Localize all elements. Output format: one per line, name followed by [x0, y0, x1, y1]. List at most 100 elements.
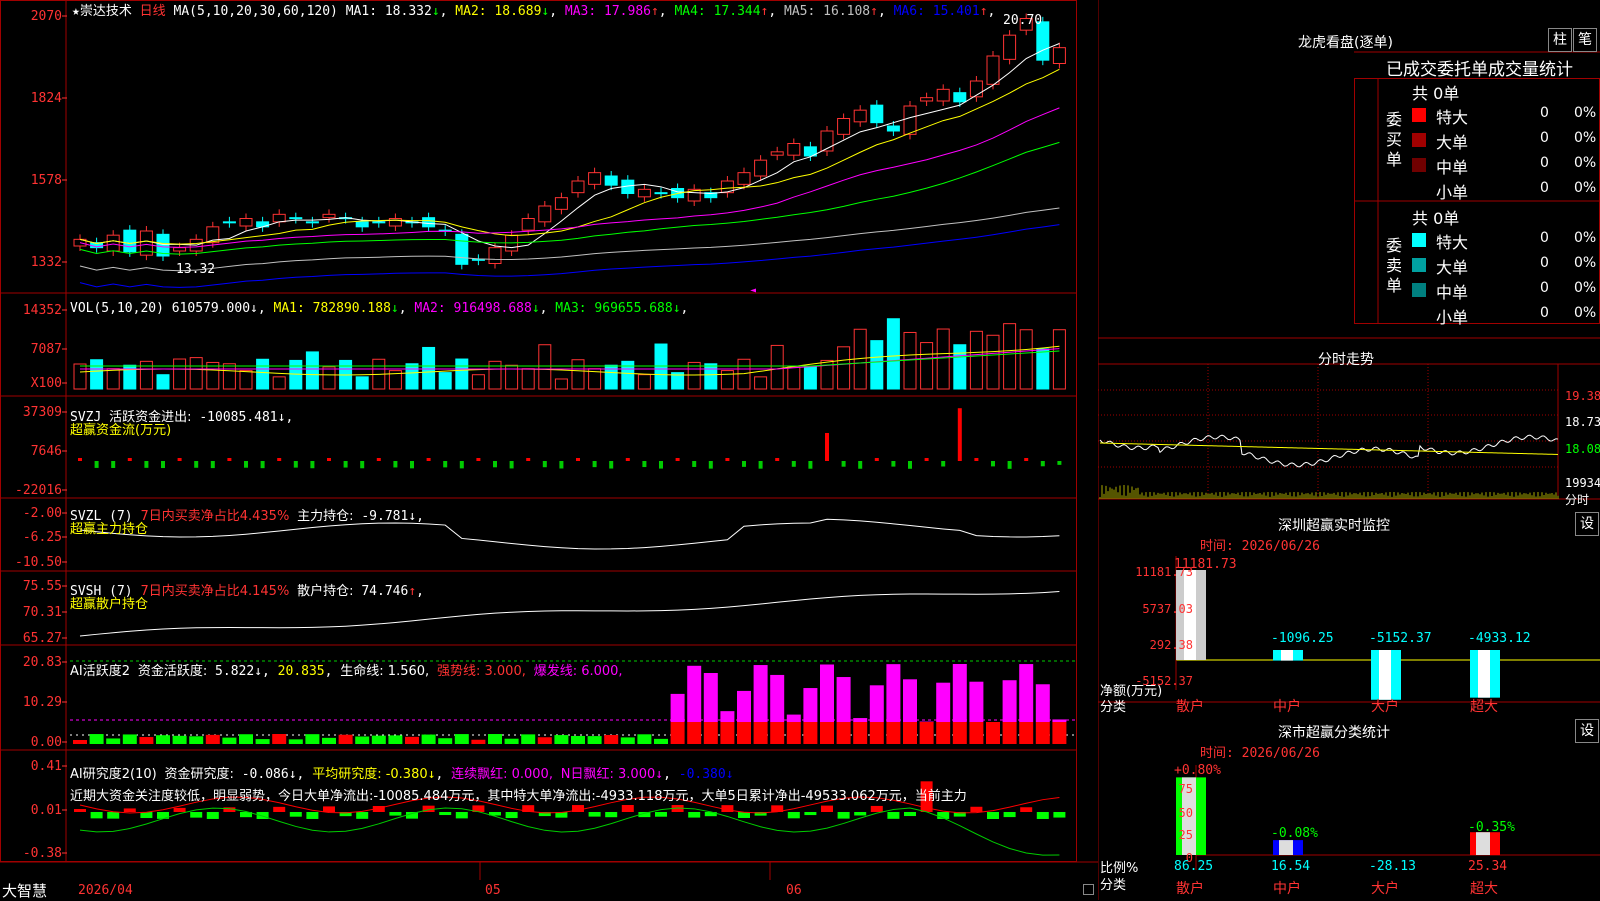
svzj-bar: [526, 458, 530, 461]
sz-name-2[interactable]: 大户: [1371, 696, 1399, 716]
volume-bars[interactable]: [74, 319, 1065, 389]
intraday-price: [1100, 435, 1558, 467]
stock-name[interactable]: 崇达技术: [80, 4, 132, 19]
research-bar: [124, 808, 136, 812]
candle-body: [589, 173, 601, 185]
stats-cat-label: 分类: [1100, 874, 1126, 893]
sz-name-0[interactable]: 散户: [1176, 696, 1204, 716]
ai-active-header: AI活跃度2 资金活跃度: 5.822↓, 20.835, 生命线: 1.560…: [70, 660, 623, 679]
candle-body: [174, 248, 186, 251]
active-bar-base: [1036, 722, 1050, 744]
active-axis-0: 20.83: [23, 655, 62, 670]
candle-body: [223, 222, 235, 223]
research-axis-2: -0.38: [23, 846, 62, 861]
volume-bar: [572, 360, 584, 389]
svzj-bar: [642, 461, 646, 467]
date-label-apr: 2026/04: [78, 883, 133, 898]
ma-line-4: [80, 142, 1059, 254]
active-axis-1: 10.29: [23, 695, 62, 710]
sell-pct: 0%: [1574, 255, 1596, 271]
research-bar: [356, 812, 368, 819]
svsh-sub: 超赢散户持仓: [70, 593, 148, 612]
buy-row[interactable]: 小单00%: [1412, 179, 1600, 203]
buy-row[interactable]: 中单00%: [1412, 154, 1600, 178]
volume-bar: [356, 377, 368, 389]
active-bar: [521, 734, 535, 744]
buy-row[interactable]: 特大00%: [1412, 104, 1600, 128]
candlestick-series[interactable]: [74, 14, 1065, 270]
intraday-axis-high: 19.38: [1565, 389, 1600, 403]
candle-body: [970, 81, 982, 97]
stats-name-0[interactable]: 散户: [1176, 878, 1204, 898]
svsh-value: 74.746: [361, 584, 408, 599]
active-bar: [538, 737, 552, 744]
active-bar-base: [1019, 722, 1033, 744]
svzl-axis-2: -10.50: [15, 555, 62, 570]
intraday-title[interactable]: 分时走势: [1318, 349, 1374, 369]
active-bar-base: [737, 722, 751, 744]
research-bar: [174, 808, 186, 812]
sell-row[interactable]: 中单00%: [1412, 279, 1600, 303]
candle-body: [124, 230, 136, 252]
active-bar: [289, 739, 303, 744]
ma-label: MA(5,10,20,30,60,120): [174, 4, 338, 19]
volume-bar: [140, 361, 152, 389]
sz-name-1[interactable]: 中户: [1273, 696, 1301, 716]
research-bar: [190, 812, 202, 818]
strong-line-label: 强势线: 3.000,: [437, 664, 526, 679]
sz-monitor-settings-button[interactable]: 设: [1575, 512, 1599, 536]
candle-body: [1004, 35, 1016, 59]
volume-bar: [788, 367, 800, 389]
volume-bar: [190, 358, 202, 389]
volume-bar: [622, 361, 634, 389]
lock-icon[interactable]: [1083, 884, 1094, 895]
vol-ma-arrow-3: ↓: [673, 301, 681, 316]
active-bar: [471, 740, 485, 744]
stats-value-3: 25.34: [1468, 859, 1507, 874]
stats-axis-0: 75: [1153, 782, 1193, 796]
research-bar: [887, 812, 899, 819]
active-bar: [189, 736, 203, 744]
color-swatch: [1412, 283, 1426, 297]
svzj-value: -10085.481: [199, 410, 277, 425]
dragon-tab-title[interactable]: 已成交委托单成交量统计: [1386, 55, 1573, 80]
svzj-axis-2: -22016: [15, 483, 62, 498]
sell-row[interactable]: 小单00%: [1412, 304, 1600, 328]
ma-arrow-2: ↓: [541, 4, 549, 19]
period-label[interactable]: 日线: [140, 4, 166, 19]
sz-stats-settings-button[interactable]: 设: [1575, 719, 1599, 743]
volume-bar: [1053, 330, 1065, 389]
price-axis-3: 1332: [31, 255, 62, 270]
stats-name-1[interactable]: 中户: [1273, 878, 1301, 898]
tick-view-button[interactable]: 笔: [1573, 28, 1597, 52]
bar-view-button[interactable]: 柱: [1548, 28, 1572, 52]
stats-name-2[interactable]: 大户: [1371, 878, 1399, 898]
sell-row[interactable]: 特大00%: [1412, 229, 1600, 253]
stats-bar-1: [1273, 840, 1303, 855]
svsh-axis-1: 70.31: [23, 605, 62, 620]
svzj-bar: [460, 461, 464, 468]
sz-name-3[interactable]: 超大: [1470, 696, 1498, 716]
date-label-may: 05: [485, 883, 501, 898]
ai-active-title: 资金活跃度:: [138, 664, 207, 679]
ai-research-header: AI研究度2(10) 资金研究度: -0.086↓, 平均研究度: -0.380…: [70, 763, 734, 782]
svzj-bar: [692, 461, 696, 467]
sell-row[interactable]: 大单00%: [1412, 254, 1600, 278]
active-bar-base: [671, 722, 685, 744]
brand-label[interactable]: 大智慧: [2, 880, 47, 901]
svzj-axis-0: 37309: [23, 405, 62, 420]
research-bar: [854, 812, 866, 815]
stats-name-3[interactable]: 超大: [1470, 878, 1498, 898]
volume-bar: [522, 369, 534, 389]
buy-row[interactable]: 大单00%: [1412, 129, 1600, 153]
research-bar: [904, 812, 916, 816]
buy-total: 共 0单: [1412, 80, 1459, 104]
svzj-bar: [875, 458, 879, 461]
volume-bar: [555, 379, 567, 389]
sz-value-2: -5152.37: [1369, 631, 1432, 646]
sz-value-3: -4933.12: [1468, 631, 1531, 646]
avg-research: 平均研究度: -0.380: [312, 767, 427, 782]
svzl-sub: 超赢主力持仓: [70, 518, 148, 537]
buy-pct: 0%: [1574, 155, 1596, 171]
ma-arrow-1: ↓: [432, 4, 440, 19]
